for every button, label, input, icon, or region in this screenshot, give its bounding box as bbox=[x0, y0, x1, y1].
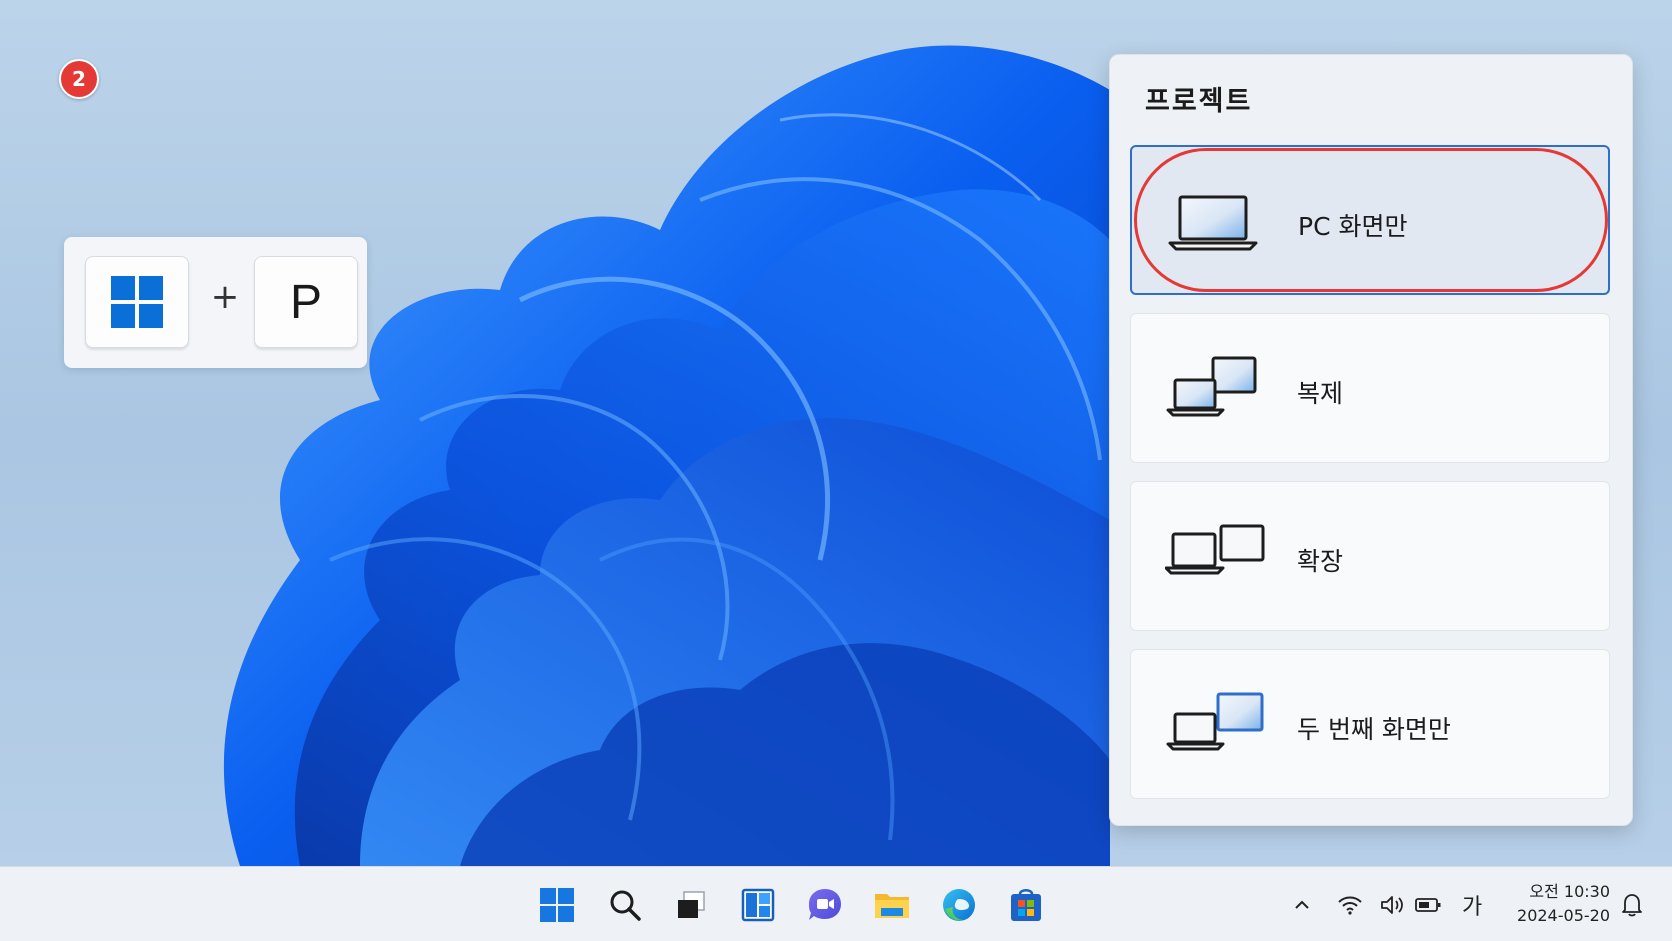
clock-time: 오전 10:30 bbox=[1529, 882, 1610, 901]
start-icon[interactable] bbox=[537, 885, 577, 925]
p-key-label: P bbox=[289, 275, 322, 329]
search-icon[interactable] bbox=[605, 885, 645, 925]
volume-icon[interactable] bbox=[1378, 891, 1406, 919]
option-label: 복제 bbox=[1297, 379, 1344, 408]
p-key: P bbox=[254, 256, 358, 348]
clock[interactable]: 오전 10:30 2024-05-20 bbox=[1500, 880, 1610, 928]
widgets-icon[interactable] bbox=[738, 885, 778, 925]
taskbar: 가 오전 10:30 2024-05-20 bbox=[0, 866, 1672, 941]
panel-title: 프로젝트 bbox=[1145, 86, 1253, 117]
file-explorer-icon[interactable] bbox=[872, 885, 912, 925]
step-badge: 2 bbox=[59, 59, 99, 99]
option-pc-screen-only[interactable]: PC 화면만 bbox=[1130, 145, 1610, 295]
task-view-icon[interactable] bbox=[671, 885, 711, 925]
option-second-screen-only[interactable]: 두 번째 화면만 bbox=[1130, 649, 1610, 799]
option-label: 확장 bbox=[1297, 547, 1344, 576]
wifi-icon[interactable] bbox=[1336, 891, 1364, 919]
plus-sign: + bbox=[210, 277, 240, 317]
chevron-up-icon[interactable] bbox=[1288, 891, 1316, 919]
pc-screen-only-icon bbox=[1168, 195, 1258, 251]
option-extend[interactable]: 확장 bbox=[1130, 481, 1610, 631]
ime-indicator[interactable]: 가 bbox=[1462, 889, 1482, 921]
notification-bell-icon[interactable] bbox=[1618, 891, 1646, 919]
windows-key bbox=[85, 256, 189, 348]
option-label: 두 번째 화면만 bbox=[1297, 715, 1451, 744]
battery-icon[interactable] bbox=[1414, 891, 1442, 919]
windows-logo-icon bbox=[111, 276, 163, 328]
chat-icon[interactable] bbox=[805, 885, 845, 925]
second-screen-only-icon bbox=[1166, 692, 1264, 751]
clock-date: 2024-05-20 bbox=[1517, 906, 1610, 925]
extend-icon bbox=[1165, 524, 1265, 575]
keyboard-shortcut-card: + P bbox=[64, 237, 367, 368]
option-label: PC 화면만 bbox=[1298, 212, 1408, 241]
edge-icon[interactable] bbox=[939, 885, 979, 925]
project-panel: 프로젝트 PC 화면만 복제 확장 두 번째 화면만 bbox=[1109, 54, 1633, 826]
option-duplicate[interactable]: 복제 bbox=[1130, 313, 1610, 463]
store-icon[interactable] bbox=[1006, 885, 1046, 925]
duplicate-icon bbox=[1166, 356, 1257, 417]
